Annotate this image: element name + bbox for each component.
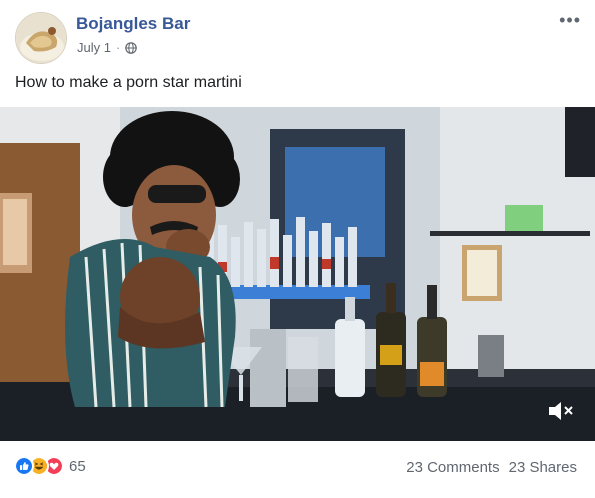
facebook-post: Bojangles Bar July 1 · ••• How to make a… bbox=[0, 0, 595, 498]
shares-count-link[interactable]: 23 Shares bbox=[509, 459, 577, 476]
post-caption: How to make a porn star martini bbox=[15, 74, 242, 91]
globe-icon[interactable] bbox=[125, 41, 138, 54]
post-date[interactable]: July 1 bbox=[77, 40, 111, 55]
ellipsis-icon[interactable]: ••• bbox=[559, 10, 581, 31]
video-player[interactable] bbox=[0, 107, 595, 441]
reaction-summary[interactable]: 65 bbox=[14, 456, 86, 476]
avatar-image bbox=[16, 13, 66, 63]
video-frame bbox=[0, 107, 595, 441]
post-footer: 65 23 Comments 23 Shares bbox=[0, 452, 595, 484]
page-name-link[interactable]: Bojangles Bar bbox=[76, 14, 190, 34]
like-icon bbox=[14, 456, 34, 476]
comments-count-link[interactable]: 23 Comments bbox=[406, 459, 499, 476]
speaker-muted-icon[interactable] bbox=[547, 399, 575, 423]
reaction-count[interactable]: 65 bbox=[69, 458, 86, 475]
engagement-stats: 23 Comments 23 Shares bbox=[406, 459, 577, 476]
page-avatar[interactable] bbox=[15, 12, 67, 64]
meta-separator: · bbox=[115, 40, 121, 55]
post-meta: July 1 · bbox=[77, 40, 138, 55]
